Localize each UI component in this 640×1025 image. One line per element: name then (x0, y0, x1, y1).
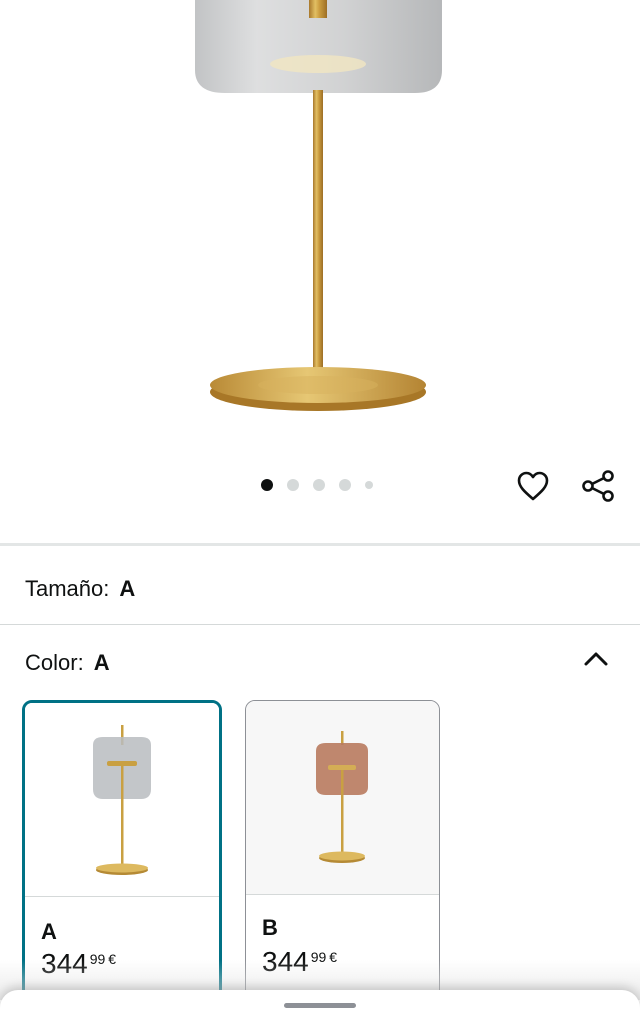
thumbnail-divider (246, 894, 439, 895)
bottom-sheet[interactable] (0, 990, 640, 1025)
option-name: B (262, 915, 278, 940)
carousel-dot[interactable] (287, 479, 299, 491)
carousel-dot[interactable] (313, 479, 325, 491)
carousel-dot[interactable] (365, 481, 373, 489)
color-option-thumbnail (25, 703, 219, 896)
color-value: A (93, 650, 110, 675)
lamp-thumbnail-amber (316, 731, 368, 863)
collapse-button[interactable] (578, 641, 614, 677)
carousel-dot-active[interactable] (261, 479, 273, 491)
lamp-illustration (195, 0, 442, 411)
drag-handle[interactable] (284, 1003, 356, 1008)
carousel-dots (261, 479, 387, 491)
wishlist-button[interactable] (514, 467, 552, 505)
size-selector-row[interactable]: Tamaño: A (0, 546, 640, 624)
thumbnail-divider (25, 896, 219, 897)
chevron-up-icon (584, 652, 608, 666)
carousel-dot[interactable] (339, 479, 351, 491)
size-label-group: Tamaño: A (25, 576, 135, 602)
option-name: A (41, 919, 57, 944)
size-value: A (119, 576, 136, 601)
size-label: Tamaño: (25, 576, 110, 601)
color-selector-row[interactable]: Color: A (0, 625, 640, 695)
color-label-group: Color: A (25, 650, 110, 676)
color-label: Color: (25, 650, 84, 675)
share-icon (582, 470, 614, 502)
share-button[interactable] (578, 467, 618, 505)
heart-outline-icon (517, 471, 549, 501)
color-option-thumbnail (246, 701, 439, 894)
lamp-thumbnail-clear (93, 725, 151, 875)
product-image[interactable] (0, 0, 640, 460)
carousel-controls (0, 462, 640, 512)
